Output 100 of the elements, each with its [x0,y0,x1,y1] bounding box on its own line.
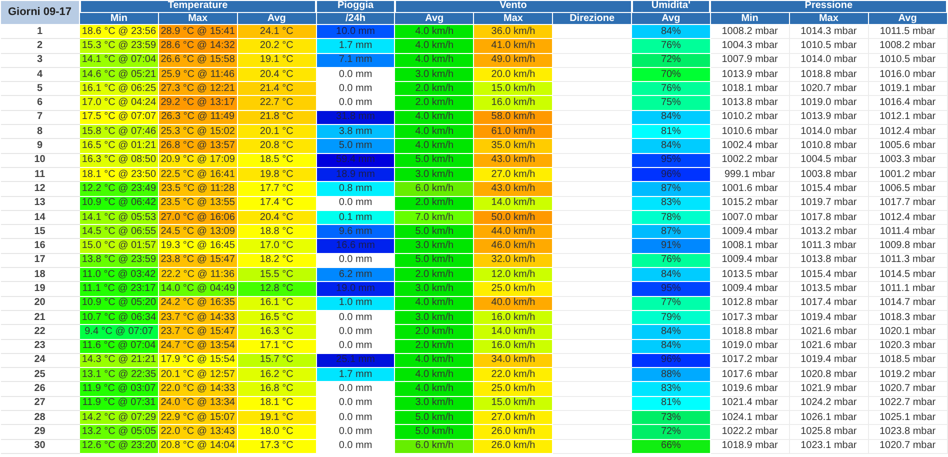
table-cell: 17.5 °C @ 07:07 [80,110,158,125]
table-cell: 1010.2 mbar [710,110,790,125]
table-cell: 20.1 °C @ 12:57 [158,368,238,382]
table-cell: 1019.0 mbar [710,339,790,354]
table-cell: 2.0 km/h [394,96,474,110]
table-cell: 20.8 °C @ 14:04 [158,439,238,454]
table-cell: 4.0 km/h [394,110,474,125]
table-cell: 1017.3 mbar [710,310,790,325]
table-cell: 11.9 °C @ 03:07 [80,382,158,396]
table-cell: 14.5 °C @ 06:55 [80,224,158,239]
table-cell: 58.0 km/h [474,110,553,125]
table-cell: 3.0 km/h [394,310,474,325]
table-cell: 4.0 km/h [394,24,474,39]
table-cell: 14.2 °C @ 07:29 [80,410,158,425]
table-cell: 1002.2 mbar [710,153,790,168]
table-cell: 81% [632,124,710,139]
table-cell: 1014.0 mbar [789,124,868,139]
table-cell: 17.0 °C @ 04:24 [80,96,158,110]
table-cell: 17.9 °C @ 15:54 [158,353,238,368]
table-cell: 20.0 km/h [474,67,553,82]
table-cell: 95% [632,282,710,296]
table-cell: 0.0 mm [316,196,395,210]
table-cell: 1021.6 mbar [789,339,868,354]
table-cell: 14.1 °C @ 07:04 [80,53,158,68]
table-cell: 1013.9 mbar [710,67,790,82]
table-cell: 26.8 °C @ 13:57 [158,138,238,154]
table-cell: 1011.5 mbar [868,24,947,39]
table-cell: 25.0 km/h [474,282,553,296]
table-cell: 96% [632,167,710,182]
table-cell: 10.9 °C @ 06:42 [80,196,158,210]
table-cell: 20.1 °C [237,124,316,139]
table-cell: 16.0 km/h [474,310,553,325]
table-cell: 4.0 km/h [394,353,474,368]
table-cell: 1012.1 mbar [868,110,947,125]
table-cell: 50.0 km/h [474,210,553,225]
table-cell: 18.5 °C [237,153,316,168]
table-cell: 35.0 km/h [474,138,553,154]
table-cell: 12.8 °C [237,282,316,296]
table-cell: 1017.2 mbar [710,353,790,368]
table-cell: 83% [632,382,710,396]
table-cell: 0.0 mm [316,396,395,411]
table-cell: 1020.8 mbar [789,368,868,382]
table-cell: 18.1 °C @ 23:50 [80,167,158,182]
table-cell: 25.1 mm [316,353,395,368]
table-cell: 78% [632,210,710,225]
table-cell: 0.0 mm [316,339,395,354]
table-cell: 26.3 °C @ 11:49 [158,110,238,125]
table-cell: 1015.2 mbar [710,196,790,210]
table-cell: 0.0 mm [316,439,395,454]
table-cell: 1008.1 mbar [710,238,790,254]
table-cell: 75% [632,96,710,110]
table-cell: 26.6 °C @ 15:58 [158,53,238,68]
table-cell: 31.8 mm [316,110,395,125]
table-cell: 21.4 °C [237,82,316,96]
table-cell: 66% [632,439,710,454]
table-cell: 23.7 °C @ 15:47 [158,324,238,340]
table-cell: 61.0 km/h [474,124,553,139]
table-cell: 4.0 km/h [394,53,474,68]
table-cell: 17.1 °C [237,339,316,354]
group-header: Umidita' [632,0,710,12]
table-cell: 1013.8 mbar [789,253,868,268]
table-cell: 1019.7 mbar [789,196,868,210]
table-cell: 1020.7 mbar [789,82,868,96]
table-cell: 1018.5 mbar [868,353,947,368]
table-cell: 0.0 mm [316,82,395,96]
table-cell: 18.8 °C [237,224,316,239]
table-cell: 20.2 °C [237,38,316,54]
table-cell: 25.3 °C @ 15:02 [158,124,238,139]
table-cell: 1009.4 mbar [710,224,790,239]
table-cell: 72% [632,424,710,440]
table-cell: 6.2 mm [316,268,395,282]
table-cell: 16.3 °C [237,324,316,340]
table-cell: 17.4 °C [237,196,316,210]
table-cell: 1013.5 mbar [710,268,790,282]
table-cell: 1019.0 mbar [789,96,868,110]
table-cell: 11.1 °C @ 23:17 [80,282,158,296]
table-cell: 0.0 mm [316,67,395,82]
table-cell: 3.8 mm [316,124,395,139]
table-cell: 72% [632,53,710,68]
table-cell: 76% [632,253,710,268]
table-cell: 1003.8 mbar [789,167,868,182]
table-cell: 15.5 °C [237,268,316,282]
table-cell: 0.8 mm [316,182,395,196]
table-cell: 19.0 mm [316,282,395,296]
table-cell: 1010.5 mbar [868,53,947,68]
table-cell: 1018.1 mbar [710,82,790,96]
table-cell: 1024.1 mbar [710,410,790,425]
table-cell: 1003.3 mbar [868,153,947,168]
table-cell: 22.2 °C @ 11:36 [158,268,238,282]
table-cell: 43.0 km/h [474,182,553,196]
table-cell: 16.0 km/h [474,96,553,110]
table-cell: 22.5 °C @ 16:41 [158,167,238,182]
table-cell: 18.0 °C [237,424,316,440]
table-cell: 76% [632,38,710,54]
table-cell: 84% [632,24,710,39]
table-cell: 0.0 mm [316,382,395,396]
table-cell: 4.0 km/h [394,124,474,139]
table-cell: 5.0 km/h [394,153,474,168]
table-cell: 20.4 °C [237,210,316,225]
table-cell: 1018.8 mbar [789,67,868,82]
